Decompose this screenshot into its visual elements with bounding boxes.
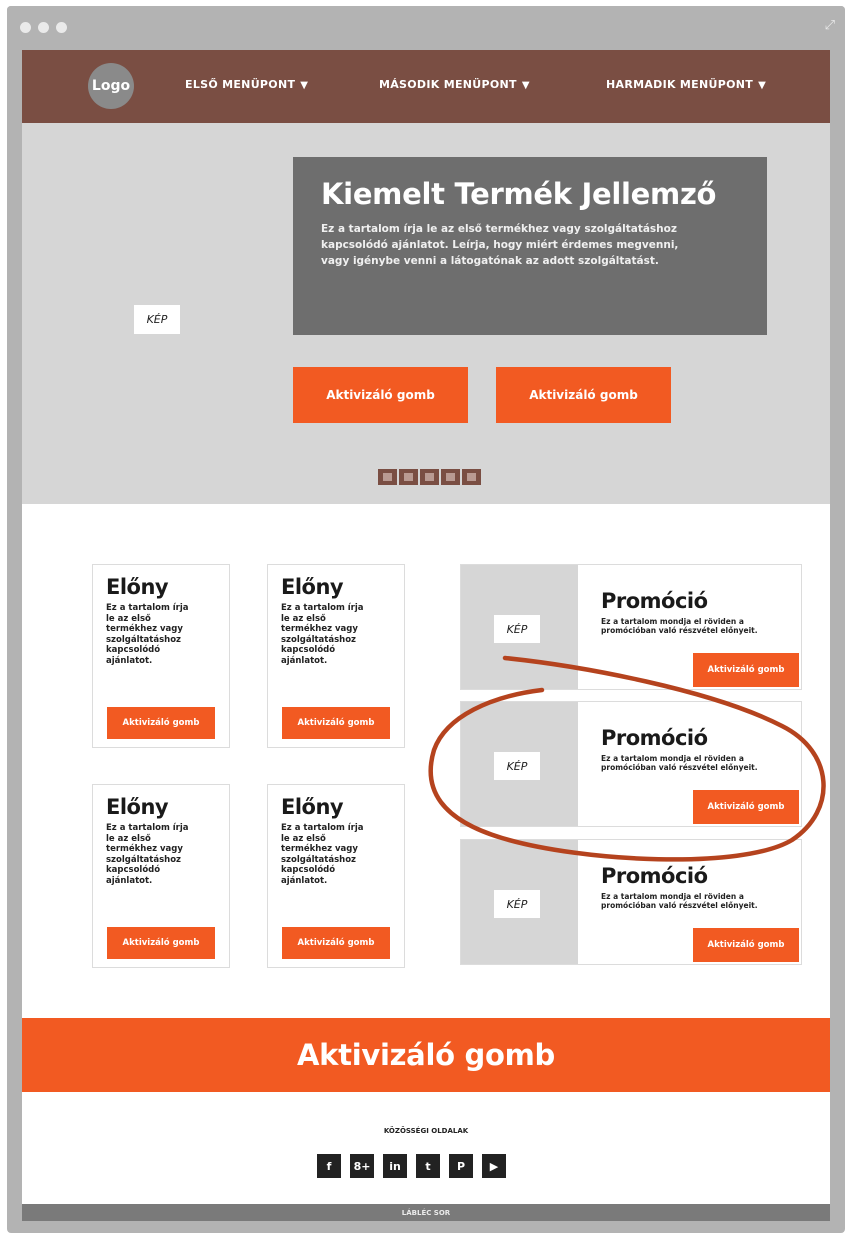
slide-dot[interactable]	[462, 469, 481, 485]
main-navigation: Logo ELSŐ MENÜPONT ▼ MÁSODIK MENÜPONT ▼ HA…	[22, 50, 830, 123]
slide-dot[interactable]	[399, 469, 418, 485]
promo-cta-button[interactable]: Aktivizáló gomb	[693, 790, 799, 824]
cta-button[interactable]: Aktivizáló gomb	[293, 367, 468, 423]
twitter-icon[interactable]: t	[416, 1154, 440, 1178]
benefit-card: Előny Ez a tartalom írja le az első term…	[267, 564, 405, 748]
pinterest-icon[interactable]: P	[449, 1154, 473, 1178]
card-cta-button[interactable]: Aktivizáló gomb	[282, 707, 390, 739]
promo-card: KÉP Promóció Ez a tartalom mondja el röv…	[460, 564, 802, 690]
google-plus-icon[interactable]: 8+	[350, 1154, 374, 1178]
linkedin-icon[interactable]: in	[383, 1154, 407, 1178]
window-dot-icon[interactable]	[56, 22, 67, 33]
promo-image: KÉP	[461, 702, 578, 826]
card-text: Ez a tartalom írja le az első termékhez …	[281, 603, 364, 666]
nav-item-label: MÁSODIK MENÜPONT	[379, 78, 517, 91]
promo-cta-button[interactable]: Aktivizáló gomb	[693, 653, 799, 687]
nav-item-label: ELSŐ MENÜPONT	[185, 78, 296, 91]
chevron-down-icon: ▼	[758, 80, 767, 91]
expand-icon[interactable]: ⤢	[825, 18, 835, 33]
chevron-down-icon: ▼	[521, 80, 530, 91]
promo-card: KÉP Promóció Ez a tartalom mondja el röv…	[460, 701, 802, 827]
image-placeholder: KÉP	[494, 890, 540, 918]
card-text: Ez a tartalom írja le az első termékhez …	[106, 823, 189, 886]
promo-text: Ez a tartalom mondja el röviden a promóc…	[601, 892, 758, 910]
promo-text: Ez a tartalom mondja el röviden a promóc…	[601, 617, 758, 635]
card-text: Ez a tartalom írja le az első termékhez …	[281, 823, 364, 886]
card-title: Előny	[281, 795, 344, 819]
image-placeholder: KÉP	[134, 305, 180, 334]
social-icons: f 8+ in t P ▶	[317, 1154, 506, 1178]
promo-title: Promóció	[601, 864, 708, 888]
window-dot-icon[interactable]	[38, 22, 49, 33]
wireframe-page: Logo ELSŐ MENÜPONT ▼ MÁSODIK MENÜPONT ▼ HA…	[22, 50, 830, 1221]
card-title: Előny	[106, 795, 169, 819]
card-text: Ez a tartalom írja le az első termékhez …	[106, 603, 189, 666]
image-placeholder: KÉP	[494, 615, 540, 643]
promo-text: Ez a tartalom mondja el röviden a promóc…	[601, 754, 758, 772]
nav-item-label: HARMADIK MENÜPONT	[606, 78, 754, 91]
slide-dot[interactable]	[378, 469, 397, 485]
card-cta-button[interactable]: Aktivizáló gomb	[282, 927, 390, 959]
slider-pagination	[378, 469, 481, 485]
cta-button[interactable]: Aktivizáló gomb	[496, 367, 671, 423]
slide-dot[interactable]	[420, 469, 439, 485]
benefit-card: Előny Ez a tartalom írja le az első term…	[92, 784, 230, 968]
card-cta-button[interactable]: Aktivizáló gomb	[107, 927, 215, 959]
social-label: KÖZÖSSÉGI OLDALAK	[383, 1127, 469, 1135]
chevron-down-icon: ▼	[300, 80, 309, 91]
nav-item-third[interactable]: HARMADIK MENÜPONT ▼	[606, 78, 766, 91]
promo-image: KÉP	[461, 840, 578, 964]
browser-window: ⤢ Logo ELSŐ MENÜPONT ▼ MÁSODIK MENÜPONT ▼ …	[7, 6, 845, 1233]
benefit-card: Előny Ez a tartalom írja le az első term…	[267, 784, 405, 968]
window-titlebar: ⤢	[7, 6, 845, 50]
nav-item-first[interactable]: ELSŐ MENÜPONT ▼	[185, 78, 308, 91]
card-title: Előny	[106, 575, 169, 599]
slide-dot[interactable]	[441, 469, 460, 485]
feature-box: Kiemelt Termék Jellemző Ez a tartalom ír…	[293, 157, 767, 335]
promo-card: KÉP Promóció Ez a tartalom mondja el röv…	[460, 839, 802, 965]
card-cta-button[interactable]: Aktivizáló gomb	[107, 707, 215, 739]
feature-text: Ez a tartalom írja le az első termékhez …	[321, 223, 679, 267]
nav-item-second[interactable]: MÁSODIK MENÜPONT ▼	[379, 78, 530, 91]
promo-title: Promóció	[601, 726, 708, 750]
feature-title: Kiemelt Termék Jellemző	[321, 177, 717, 211]
promo-title: Promóció	[601, 589, 708, 613]
promo-image: KÉP	[461, 565, 578, 689]
image-placeholder: KÉP	[494, 752, 540, 780]
benefit-card: Előny Ez a tartalom írja le az első term…	[92, 564, 230, 748]
promo-cta-button[interactable]: Aktivizáló gomb	[693, 928, 799, 962]
facebook-icon[interactable]: f	[317, 1154, 341, 1178]
youtube-icon[interactable]: ▶	[482, 1154, 506, 1178]
hero-section: KÉP Kiemelt Termék Jellemző Ez a tartalo…	[22, 123, 830, 504]
window-dot-icon[interactable]	[20, 22, 31, 33]
logo[interactable]: Logo	[88, 63, 134, 109]
card-title: Előny	[281, 575, 344, 599]
footer-bar: LÁBLÉC SOR	[22, 1204, 830, 1221]
primary-cta-button[interactable]: Aktivizáló gomb	[22, 1018, 830, 1092]
